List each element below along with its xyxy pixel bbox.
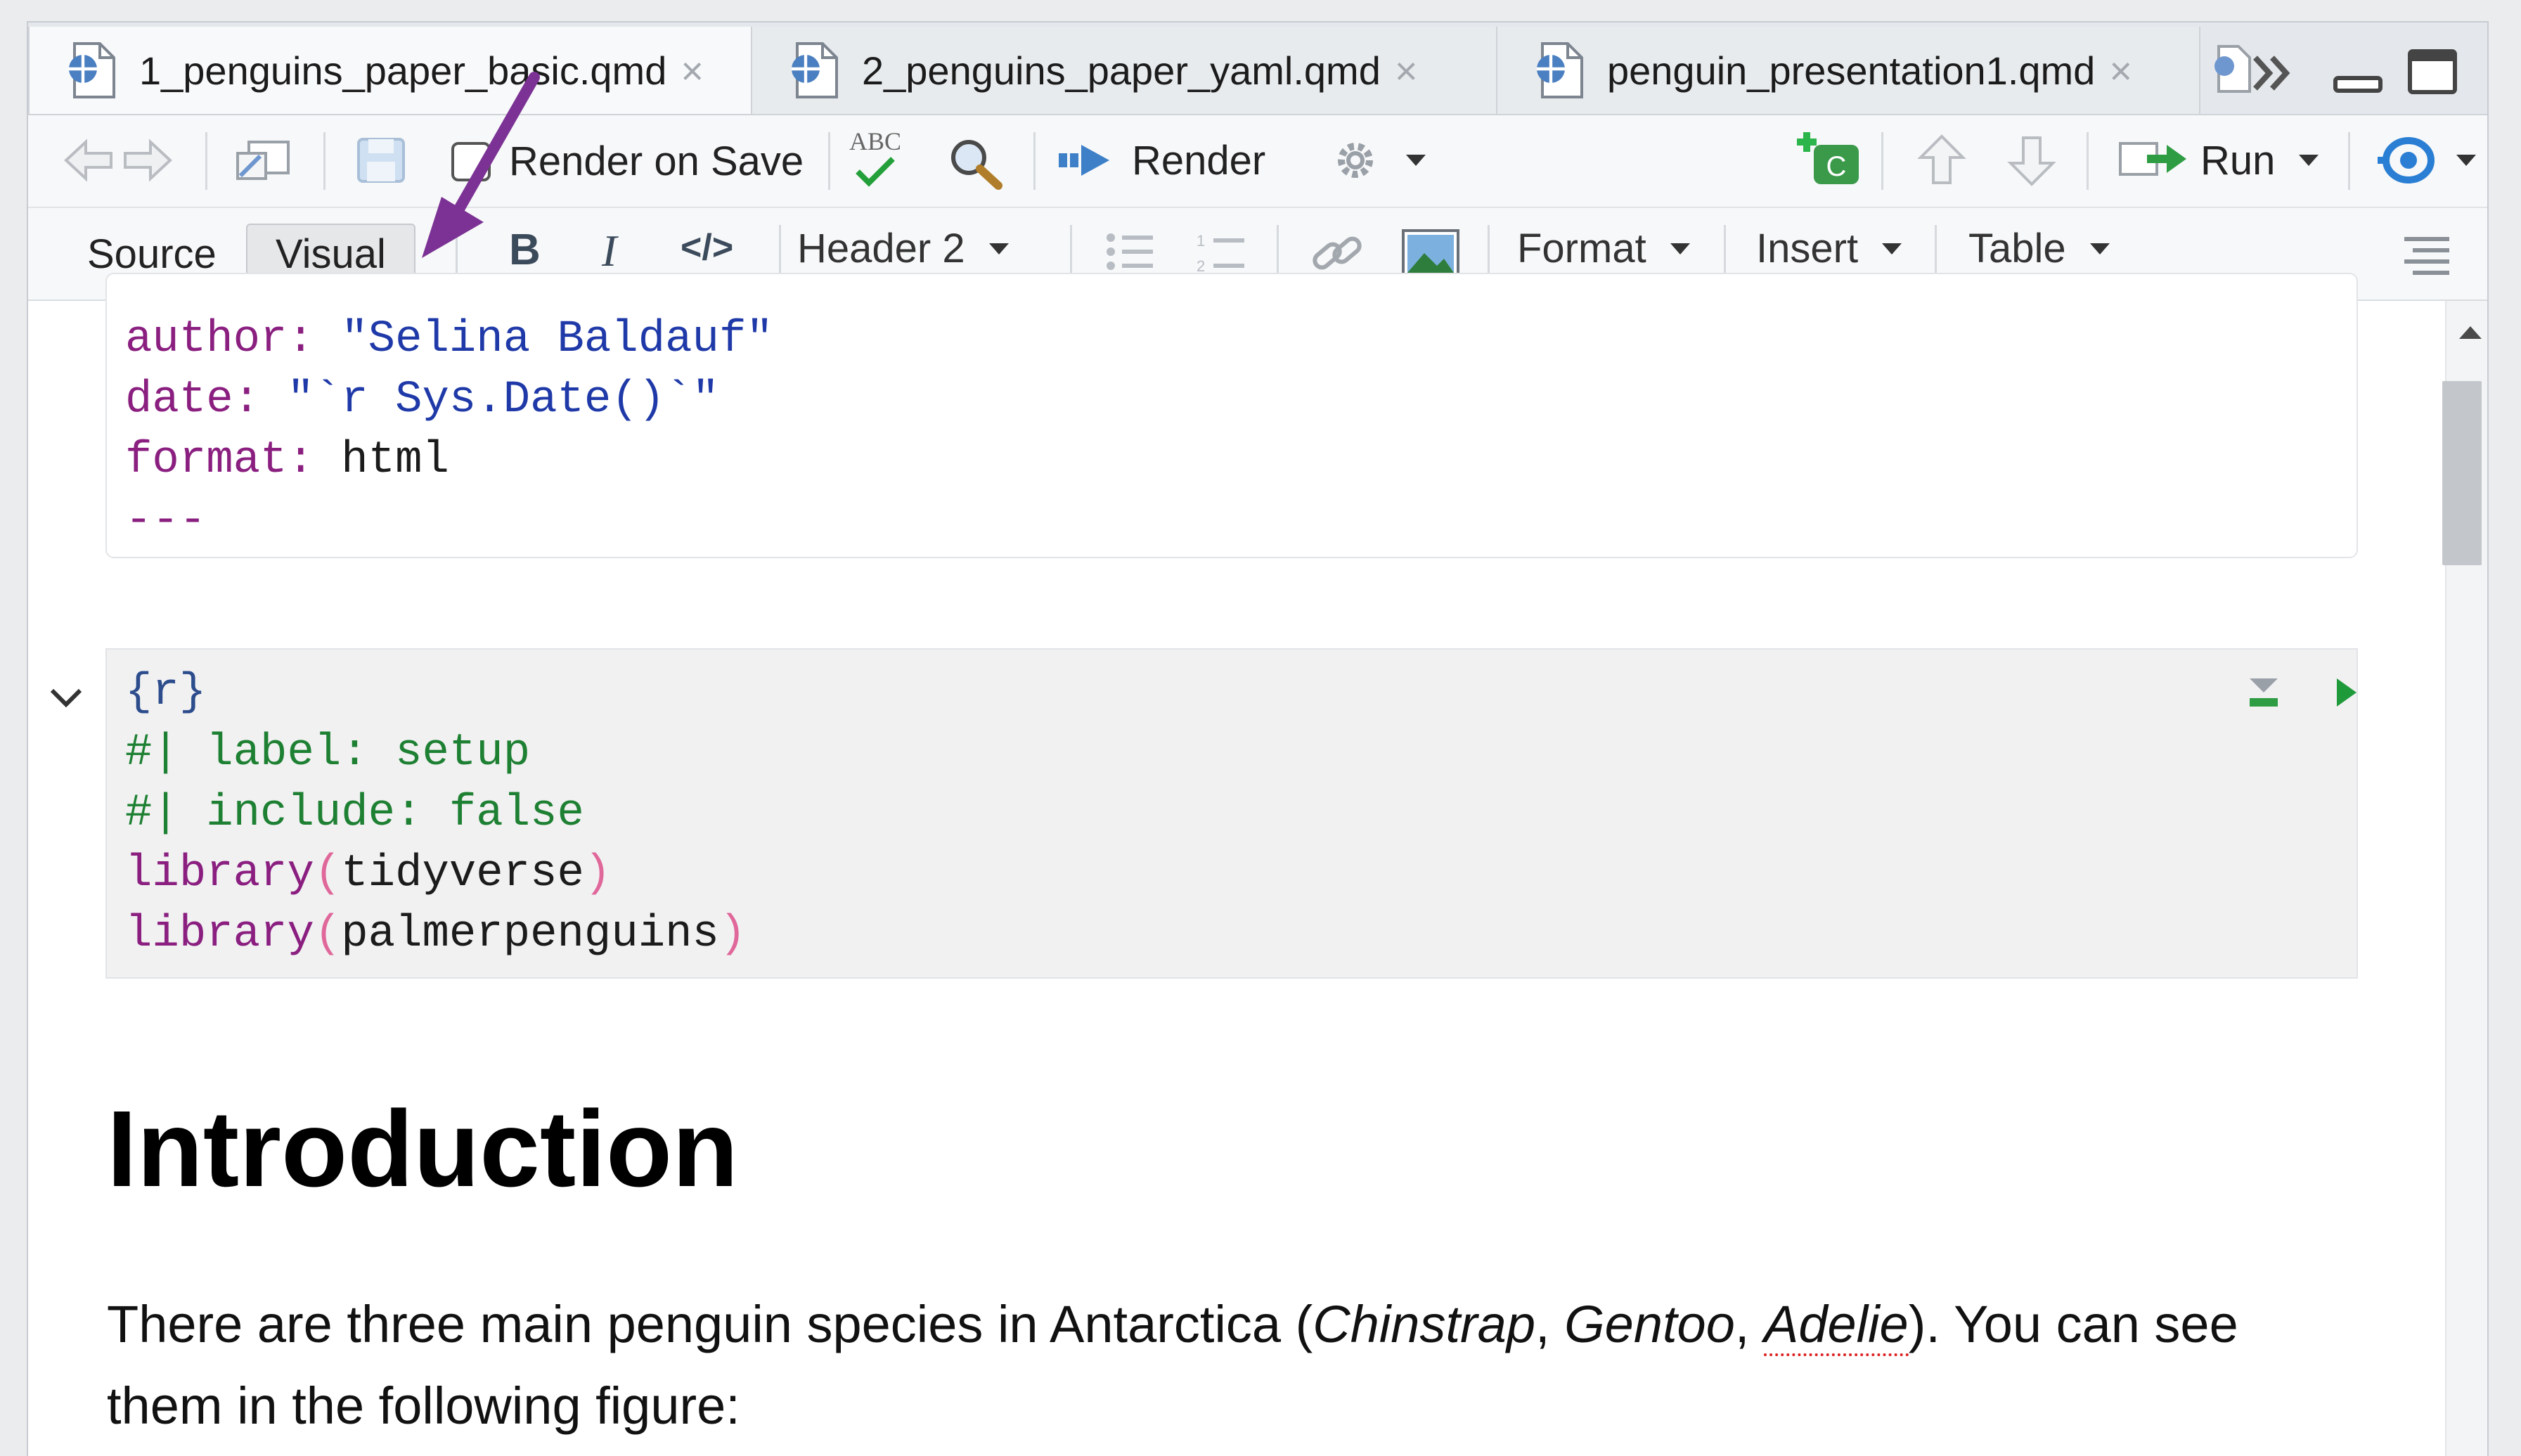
species-adelie: Adelie (1763, 1295, 1909, 1356)
insert-label: Insert (1756, 226, 1859, 271)
species-chinstrap: Chinstrap (1313, 1295, 1535, 1353)
table-menu[interactable]: Table (1968, 225, 2110, 272)
table-label: Table (1968, 226, 2066, 271)
tab-1-penguins-paper-basic[interactable]: 1_penguins_paper_basic.qmd × (28, 27, 752, 114)
svg-text:C: C (1826, 151, 1847, 182)
tab-overflow-icon[interactable] (2207, 44, 2306, 103)
header-level-label: Header 2 (797, 226, 965, 271)
render-on-save-label: Render on Save (509, 138, 804, 184)
bold-label: B (509, 226, 541, 274)
outline-icon[interactable] (2399, 229, 2455, 278)
tab-2-penguins-paper-yaml[interactable]: 2_penguins_paper_yaml.qmd × (752, 27, 1497, 114)
find-icon[interactable] (946, 135, 1007, 190)
spellcheck-abc-label: ABC (849, 127, 902, 155)
insert-menu[interactable]: Insert (1756, 225, 1902, 272)
editor-window: 1_penguins_paper_basic.qmd × 2_penguins_… (27, 21, 2489, 1456)
source-label: Source (87, 231, 217, 277)
species-gentoo: Gentoo (1564, 1295, 1735, 1353)
quarto-document-icon (63, 41, 120, 100)
render-button[interactable]: Render (1056, 134, 1265, 187)
window-controls (2331, 44, 2459, 103)
chunk-toolbar (2244, 671, 2365, 731)
chevron-down-icon (2299, 155, 2319, 166)
chevron-down-icon (1882, 243, 1902, 255)
run-button[interactable]: Run (2116, 132, 2319, 188)
scrollbar-thumb[interactable] (2442, 381, 2482, 565)
back-icon[interactable] (60, 134, 117, 187)
scroll-up-icon[interactable] (2459, 326, 2482, 339)
render-arrow-icon (1059, 145, 1109, 176)
minimize-icon[interactable] (2331, 47, 2385, 100)
chevron-down-icon (1406, 155, 1426, 166)
code-line-library-tidyverse: library(tidyverse) (125, 849, 612, 899)
link-icon[interactable] (1308, 226, 1367, 280)
vertical-scrollbar[interactable] (2442, 301, 2487, 1456)
close-icon[interactable]: × (1395, 48, 1418, 94)
chunk-header: {r} (125, 667, 207, 718)
body-paragraph: There are three main penguin species in … (107, 1295, 2238, 1435)
chevron-down-icon (2456, 155, 2476, 166)
chunk-option-label: #| label: setup (125, 728, 531, 778)
tab-label: 1_penguins_paper_basic.qmd (139, 48, 667, 93)
chevron-down-icon (1670, 243, 1690, 255)
tab-bar: 1_penguins_paper_basic.qmd × 2_penguins_… (28, 22, 2487, 115)
next-chunk-icon[interactable] (2005, 132, 2058, 188)
show-in-window-icon[interactable] (232, 134, 295, 187)
close-icon[interactable]: × (681, 48, 704, 94)
bullet-list-icon[interactable] (1102, 228, 1159, 277)
render-label: Render (1132, 137, 1266, 183)
yaml-format-line: format: html (125, 435, 449, 486)
section-heading: Introduction (107, 1088, 739, 1209)
block-format-dropdown[interactable]: Header 2 (797, 225, 1009, 272)
yaml-date-line: date: "`r Sys.Date()`" (125, 375, 719, 425)
insert-image-icon[interactable] (1400, 228, 1461, 280)
chevron-down-icon (988, 243, 1009, 255)
render-options-gear-icon[interactable] (1326, 134, 1426, 187)
code-label: </> (681, 227, 734, 268)
bold-button[interactable]: B (509, 225, 541, 275)
rerun-chunks-icon[interactable] (2375, 132, 2476, 188)
chevron-down-icon[interactable] (46, 678, 86, 717)
format-menu[interactable]: Format (1517, 225, 1690, 272)
code-line-library-palmerpenguins: library(palmerpenguins) (125, 909, 747, 960)
yaml-end-line: --- (125, 496, 207, 546)
previous-chunk-icon[interactable] (1915, 132, 1968, 188)
quarto-document-icon (1531, 41, 1587, 100)
tab-label: 2_penguins_paper_yaml.qmd (862, 48, 1381, 93)
yaml-author-line: author: "Selina Baldauf" (125, 314, 773, 365)
run-label: Run (2200, 137, 2276, 183)
forward-icon[interactable] (120, 134, 176, 187)
check-icon (856, 157, 895, 187)
svg-text:1: 1 (1197, 232, 1205, 250)
tab-label: penguin_presentation1.qmd (1607, 48, 2096, 93)
r-code-chunk[interactable]: {r} #| label: setup #| include: false li… (105, 648, 2358, 979)
chunk-option-include: #| include: false (125, 788, 584, 839)
quarto-document-icon (786, 41, 842, 100)
maximize-icon[interactable] (2406, 47, 2459, 100)
editor-toolbar: Render on Save ABC Render C Run (28, 115, 2487, 208)
run-previous-chunks-icon[interactable] (2244, 671, 2283, 731)
run-arrow-icon (2119, 142, 2186, 176)
italic-button[interactable]: I (602, 225, 617, 277)
spellcheck-button[interactable]: ABC (849, 128, 901, 187)
chevron-down-icon (2089, 243, 2110, 255)
format-label: Format (1517, 226, 1646, 271)
italic-label: I (602, 226, 617, 276)
run-chunk-icon[interactable] (2326, 671, 2365, 731)
editor-content[interactable]: author: "Selina Baldauf" date: "`r Sys.D… (28, 273, 2487, 1456)
visual-label: Visual (276, 231, 386, 277)
code-button[interactable]: </> (681, 226, 733, 269)
yaml-header-block[interactable]: author: "Selina Baldauf" date: "`r Sys.D… (105, 273, 2358, 558)
close-icon[interactable]: × (2109, 48, 2132, 94)
tab-penguin-presentation1[interactable]: penguin_presentation1.qmd × (1497, 27, 2200, 114)
save-icon[interactable] (353, 134, 409, 187)
insert-chunk-icon[interactable]: C (1791, 128, 1864, 191)
numbered-list-icon[interactable]: 12 (1194, 228, 1250, 277)
render-on-save-checkbox[interactable]: Render on Save (449, 136, 804, 186)
